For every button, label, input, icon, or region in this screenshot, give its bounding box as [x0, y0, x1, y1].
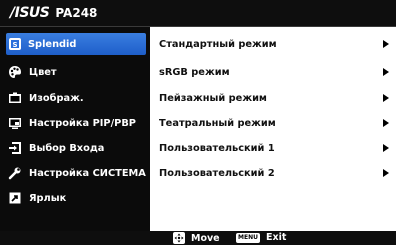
- option-label: Пользовательский 1: [159, 142, 275, 154]
- option-scenery-mode[interactable]: Пейзажный режим: [159, 87, 395, 109]
- shortcut-icon: [8, 191, 22, 205]
- brand-logo: /ISUS: [10, 5, 50, 21]
- option-label: sRGB режим: [159, 66, 230, 78]
- joystick-icon: [173, 232, 185, 244]
- options-panel: Стандартный режим sRGB режим Пейзажный р…: [150, 27, 396, 231]
- pip-icon: [8, 116, 22, 130]
- osd-header: /ISUS PA248: [0, 0, 396, 27]
- move-hint: Move: [173, 232, 220, 244]
- menu-item-shortcut[interactable]: Ярлык: [8, 187, 150, 209]
- menu-item-label: Цвет: [29, 66, 57, 78]
- menu-item-input-select[interactable]: Выбор Входа: [8, 137, 150, 159]
- option-user-mode-1[interactable]: Пользовательский 1: [159, 137, 395, 159]
- menu-item-system-setup[interactable]: Настройка СИСТЕМА: [8, 162, 150, 184]
- submenu-arrow-icon: [383, 94, 389, 102]
- menu-item-label: Настройка PIP/PBP: [29, 117, 136, 129]
- submenu-arrow-icon: [383, 40, 389, 48]
- submenu-arrow-icon: [383, 169, 389, 177]
- menu-item-label: Выбор Входа: [29, 142, 105, 154]
- submenu-arrow-icon: [383, 144, 389, 152]
- menu-item-label: Splendid: [28, 38, 77, 50]
- model-name: PA248: [55, 6, 98, 20]
- exit-label: Exit: [265, 232, 287, 243]
- menu-item-image[interactable]: Изображ.: [8, 87, 150, 109]
- submenu-arrow-icon: [383, 68, 389, 76]
- menu-item-pip-pbp[interactable]: Настройка PIP/PBP: [8, 112, 150, 134]
- osd-footer: Move MENU Exit: [0, 231, 396, 245]
- submenu-arrow-icon: [383, 119, 389, 127]
- option-theater-mode[interactable]: Театральный режим: [159, 112, 395, 134]
- option-label: Пейзажный режим: [159, 92, 267, 104]
- option-standard-mode[interactable]: Стандартный режим: [159, 33, 395, 55]
- option-label: Театральный режим: [159, 117, 276, 129]
- menu-item-label: Настройка СИСТЕМА: [29, 167, 146, 179]
- menu-item-splendid[interactable]: S Splendid: [6, 33, 146, 55]
- brand: /ISUS PA248: [10, 6, 97, 20]
- osd-menu: /ISUS PA248 S Splendid Цвет Изображ. Нас…: [0, 0, 396, 245]
- input-select-icon: [8, 141, 22, 155]
- image-icon: [8, 91, 22, 105]
- menu-key-icon: MENU: [236, 232, 260, 243]
- exit-hint: MENU Exit: [236, 232, 286, 243]
- option-label: Пользовательский 2: [159, 167, 275, 179]
- option-user-mode-2[interactable]: Пользовательский 2: [159, 162, 395, 184]
- option-srgb-mode[interactable]: sRGB режим: [159, 61, 395, 83]
- menu-item-color[interactable]: Цвет: [8, 61, 150, 83]
- category-panel: S Splendid Цвет Изображ. Настройка PIP/P…: [0, 27, 150, 231]
- palette-icon: [8, 65, 22, 79]
- menu-item-label: Ярлык: [29, 192, 67, 204]
- option-label: Стандартный режим: [159, 38, 277, 50]
- splendid-icon: S: [9, 38, 21, 50]
- svg-text:S: S: [12, 41, 17, 49]
- move-label: Move: [191, 232, 220, 244]
- wrench-icon: [8, 166, 22, 180]
- menu-item-label: Изображ.: [29, 92, 84, 104]
